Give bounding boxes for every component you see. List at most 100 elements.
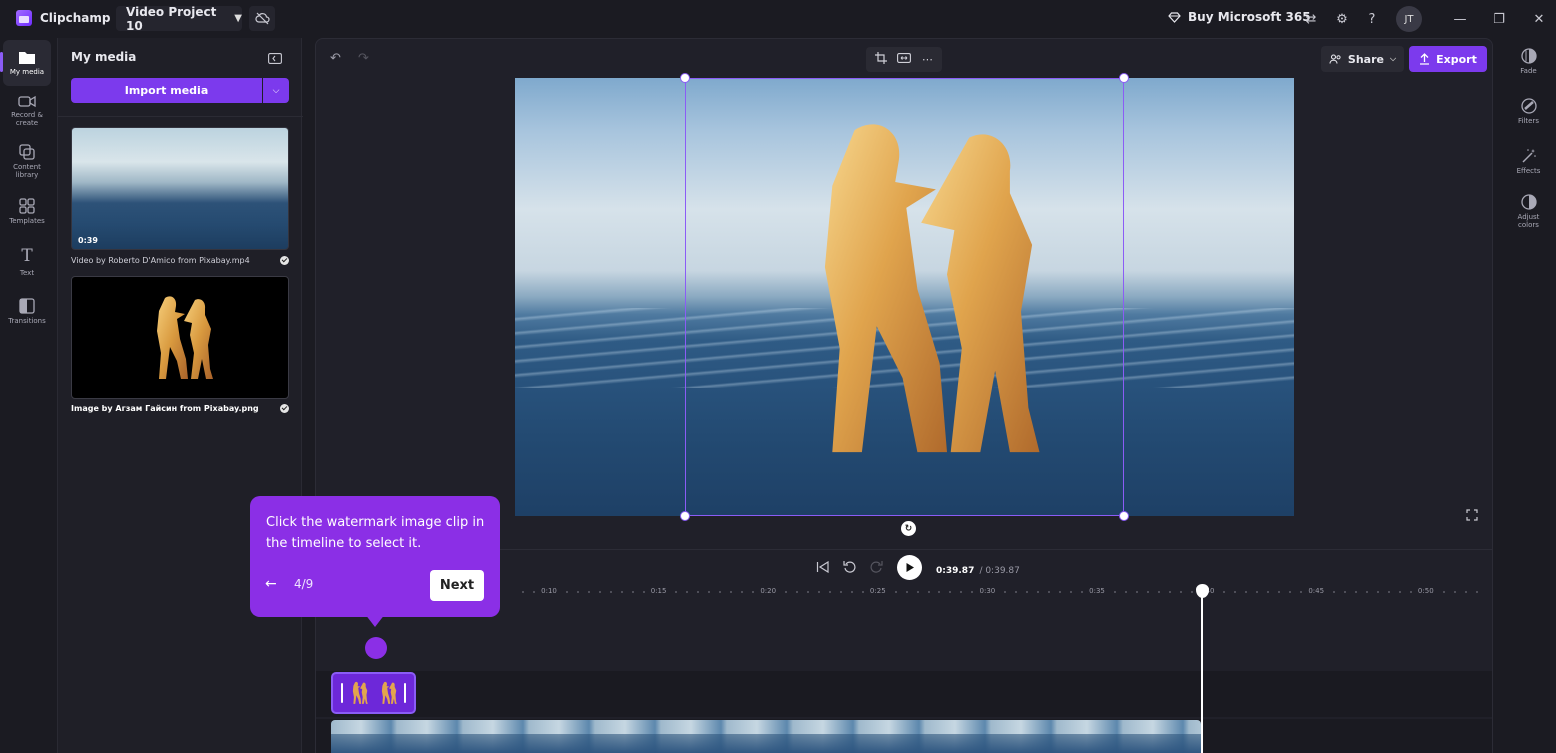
redo-button[interactable]: ↷ — [358, 51, 369, 66]
help-button[interactable]: ? — [1362, 9, 1382, 29]
ruler-tick-dot — [1278, 591, 1281, 593]
export-button[interactable]: Export — [1409, 46, 1487, 72]
ruler-tick-dot — [1267, 591, 1270, 593]
ruler-tick-dot — [697, 591, 700, 593]
chevron-down-icon: ⌵ — [1389, 54, 1397, 63]
forward-5s-button[interactable] — [870, 558, 883, 577]
import-media-button[interactable]: Import media — [71, 78, 262, 103]
minimize-button[interactable]: — — [1450, 9, 1470, 29]
nav-templates[interactable]: Templates — [3, 188, 51, 234]
ruler-tick-dot — [1376, 591, 1379, 593]
timeline-ruler[interactable]: 0:100:150:200:250:300:350:400:450:50 — [516, 587, 1486, 599]
close-icon: ✕ — [1533, 11, 1545, 27]
selection-box[interactable] — [685, 78, 1124, 516]
nav-label: Content library — [13, 162, 41, 179]
current-time: 0:39.87 — [936, 565, 975, 576]
text-icon: T — [21, 245, 33, 266]
fit-icon — [897, 53, 912, 63]
ruler-tick-dot — [1059, 591, 1062, 593]
people-icon — [1329, 54, 1341, 64]
ruler-tick-dot — [708, 591, 711, 593]
panel-filters[interactable]: Filters — [1501, 98, 1556, 125]
ruler-tick-label: 0:20 — [760, 587, 777, 595]
fit-button[interactable] — [897, 53, 912, 66]
ruler-tick-dot — [609, 591, 612, 593]
tooltip-back-button[interactable]: ← — [265, 576, 277, 592]
buy-microsoft-365-button[interactable]: Buy Microsoft 365 — [1168, 10, 1311, 24]
more-icon: ⋯ — [921, 53, 933, 66]
panel-adjust-colors[interactable]: Adjust colors — [1501, 194, 1556, 229]
ruler-tick-dot — [1135, 591, 1138, 593]
restore-button[interactable]: ❐ — [1489, 9, 1509, 29]
media-item-image[interactable] — [71, 276, 289, 399]
ruler-tick-dot — [927, 591, 930, 593]
ruler-tick-dot — [1004, 591, 1007, 593]
clip-trim-handle-left[interactable] — [341, 683, 344, 703]
tour-beacon — [365, 637, 387, 659]
rewind-icon — [843, 560, 856, 573]
share-button[interactable]: Share ⌵ — [1321, 46, 1404, 72]
ruler-tick-dot — [631, 591, 634, 593]
panel-label: Adjust colors — [1517, 213, 1540, 229]
ruler-tick-dot — [1365, 591, 1368, 593]
close-button[interactable]: ✕ — [1529, 9, 1549, 29]
video-clip[interactable] — [331, 720, 1201, 753]
resize-handle-bottom-left[interactable] — [680, 511, 690, 521]
rotate-icon: ↻ — [904, 523, 913, 534]
nav-my-media[interactable]: My media — [0, 40, 51, 86]
left-navigation: My media Record & create Content library… — [0, 38, 56, 753]
gemini-figure-image — [157, 295, 213, 379]
undo-button[interactable]: ↶ — [330, 51, 341, 66]
settings-button[interactable]: ⚙ — [1332, 9, 1352, 29]
total-time: / 0:39.87 — [979, 565, 1020, 576]
ruler-tick-dot — [1464, 591, 1467, 593]
panel-fade[interactable]: Fade — [1501, 48, 1556, 75]
nav-text[interactable]: T Text — [3, 238, 51, 284]
ruler-tick-dot — [642, 591, 645, 593]
ruler-tick-label: 0:35 — [1089, 587, 1105, 595]
cloud-sync-button[interactable] — [249, 6, 275, 31]
app-name: Clipchamp — [40, 11, 111, 25]
rotate-handle[interactable]: ↻ — [901, 521, 916, 536]
rewind-5s-button[interactable] — [843, 558, 856, 577]
media-item-video[interactable]: 0:39 — [71, 127, 289, 250]
ruler-tick-dot — [675, 591, 678, 593]
collapse-panel-button[interactable] — [268, 49, 282, 68]
title-bar: Clipchamp Video Project 10 ▼ Buy Microso… — [0, 0, 1556, 38]
nav-transitions[interactable]: Transitions — [3, 288, 51, 334]
nav-label: Transitions — [8, 316, 46, 325]
share-label: Share — [1347, 52, 1384, 66]
ruler-tick-dot — [1442, 591, 1445, 593]
ruler-tick-dot — [565, 591, 568, 593]
resize-handle-top-right[interactable] — [1119, 73, 1129, 83]
panel-effects[interactable]: Effects — [1501, 148, 1556, 175]
crop-button[interactable] — [875, 52, 888, 67]
feedback-button[interactable]: ⇄ — [1301, 9, 1321, 29]
clip-trim-handle-right[interactable] — [403, 683, 406, 703]
minimize-icon: — — [1453, 11, 1467, 27]
undo-icon: ↶ — [330, 51, 341, 66]
cloud-off-icon — [254, 12, 270, 25]
watermark-image-clip[interactable] — [331, 672, 416, 714]
overlay-track — [316, 671, 1492, 717]
project-name-button[interactable]: Video Project 10 ▼ — [116, 5, 242, 33]
skip-back-button[interactable] — [816, 558, 829, 577]
resize-handle-bottom-right[interactable] — [1119, 511, 1129, 521]
ruler-tick-dot — [1354, 591, 1357, 593]
ruler-tick-dot — [741, 591, 744, 593]
ruler-tick-dot — [1157, 591, 1160, 593]
user-avatar[interactable]: JT — [1396, 6, 1422, 32]
resize-handle-top-left[interactable] — [680, 73, 690, 83]
tooltip-next-button[interactable]: Next — [430, 570, 484, 601]
playhead-line[interactable] — [1201, 585, 1203, 753]
fullscreen-icon — [1466, 509, 1478, 521]
play-button[interactable] — [897, 554, 922, 580]
more-options-button[interactable]: ⋯ — [922, 53, 933, 66]
fullscreen-button[interactable] — [1466, 509, 1478, 524]
nav-record-create[interactable]: Record & create — [3, 88, 51, 134]
ruler-tick-dot — [1387, 591, 1390, 593]
ruler-tick-dot — [1113, 591, 1116, 593]
nav-content-library[interactable]: Content library — [3, 138, 51, 184]
ruler-tick-dot — [587, 591, 590, 593]
import-options-dropdown[interactable]: ⌵ — [263, 78, 289, 103]
